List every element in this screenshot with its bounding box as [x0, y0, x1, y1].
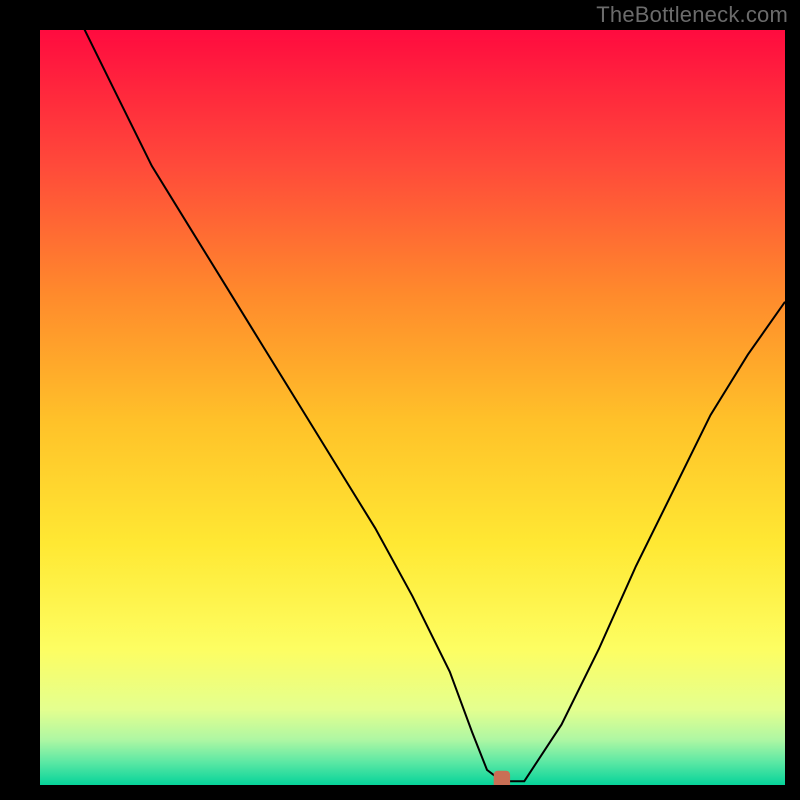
target-marker — [494, 771, 510, 785]
plot-area — [40, 30, 785, 785]
plot-svg — [40, 30, 785, 785]
gradient-background — [40, 30, 785, 785]
watermark-text: TheBottleneck.com — [596, 2, 788, 28]
chart-container: TheBottleneck.com — [0, 0, 800, 800]
